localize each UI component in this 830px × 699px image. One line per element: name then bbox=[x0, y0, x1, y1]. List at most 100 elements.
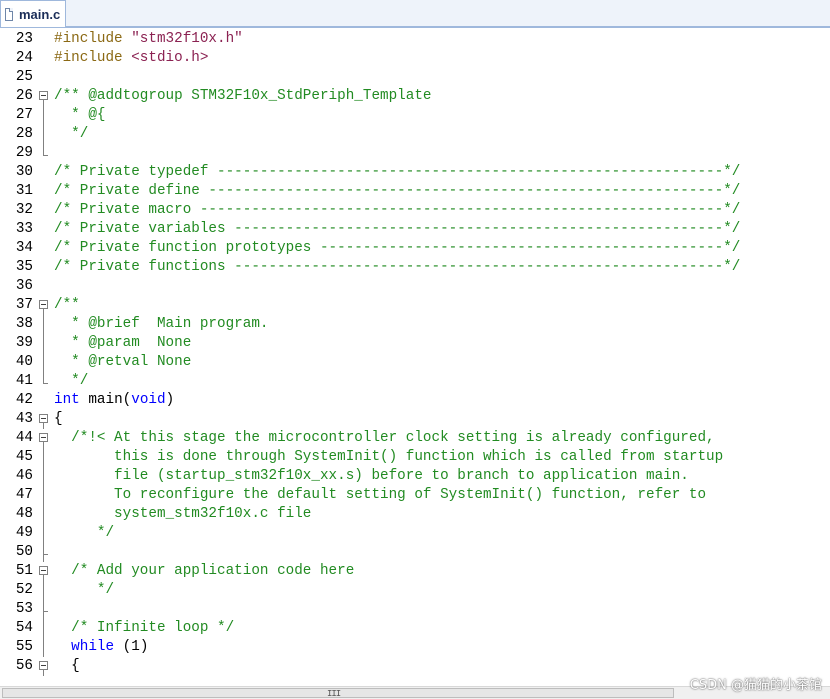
fold-gutter bbox=[38, 163, 50, 182]
fold-gutter bbox=[38, 239, 50, 258]
line-number: 49 bbox=[15, 525, 33, 541]
code-line[interactable]: 52 */ bbox=[0, 581, 830, 600]
code-token: ) bbox=[165, 392, 175, 408]
code-text: */ bbox=[54, 125, 88, 144]
code-line[interactable]: 54 /* Infinite loop */ bbox=[0, 619, 830, 638]
line-number: 39 bbox=[15, 335, 33, 351]
code-line[interactable]: 51 /* Add your application code here bbox=[0, 562, 830, 581]
fold-gutter bbox=[38, 391, 50, 410]
code-token: while bbox=[71, 639, 115, 655]
line-number: 50 bbox=[15, 544, 33, 560]
line-number: 34 bbox=[15, 240, 33, 256]
code-line[interactable]: 50 bbox=[0, 543, 830, 562]
editor-window: main.c 23 #include "stm32f10x.h" 24 #includ… bbox=[0, 0, 830, 699]
line-number: 29 bbox=[15, 145, 33, 161]
code-line[interactable]: 35 /* Private functions -----------------… bbox=[0, 258, 830, 277]
code-token: */ bbox=[54, 373, 89, 389]
code-token: /* Private typedef ---------------------… bbox=[54, 164, 741, 180]
fold-toggle-icon[interactable] bbox=[38, 410, 50, 429]
code-line[interactable]: 53 bbox=[0, 600, 830, 619]
scrollbar-thumb[interactable]: III bbox=[2, 688, 674, 699]
code-line[interactable]: 48 system_stm32f10x.c file bbox=[0, 505, 830, 524]
code-line[interactable]: 43 { bbox=[0, 410, 830, 429]
code-token: * @param None bbox=[54, 335, 192, 351]
fold-guide-line bbox=[38, 638, 50, 657]
code-line[interactable]: 33 /* Private variables -----------------… bbox=[0, 220, 830, 239]
line-number: 24 bbox=[15, 50, 33, 66]
fold-guide-line bbox=[38, 334, 50, 353]
code-line[interactable]: 40 * @retval None bbox=[0, 353, 830, 372]
code-token: /* Private functions -------------------… bbox=[54, 259, 741, 275]
fold-guide-line bbox=[38, 581, 50, 600]
code-token: #include bbox=[54, 50, 132, 66]
code-line[interactable]: 38 * @brief Main program. bbox=[0, 315, 830, 334]
fold-toggle-icon[interactable] bbox=[38, 429, 50, 448]
code-line[interactable]: 28 */ bbox=[0, 125, 830, 144]
code-line[interactable]: 34 /* Private function prototypes -------… bbox=[0, 239, 830, 258]
code-text: int main(void) bbox=[54, 391, 174, 410]
code-text: #include <stdio.h> bbox=[54, 49, 208, 68]
code-line[interactable]: 27 * @{ bbox=[0, 106, 830, 125]
code-line[interactable]: 47 To reconfigure the default setting of… bbox=[0, 486, 830, 505]
code-token: <stdio.h> bbox=[131, 50, 209, 66]
code-token: To reconfigure the default setting of Sy… bbox=[54, 487, 707, 503]
line-number: 40 bbox=[15, 354, 33, 370]
line-number: 23 bbox=[15, 31, 33, 47]
code-text: /* Private typedef ---------------------… bbox=[54, 163, 740, 182]
code-editor[interactable]: 23 #include "stm32f10x.h" 24 #include <stdi… bbox=[0, 30, 830, 685]
fold-toggle-icon[interactable] bbox=[38, 562, 50, 581]
fold-toggle-icon[interactable] bbox=[38, 87, 50, 106]
line-number: 36 bbox=[15, 278, 33, 294]
code-line[interactable]: 32 /* Private macro ---------------------… bbox=[0, 201, 830, 220]
code-line[interactable]: 23 #include "stm32f10x.h" bbox=[0, 30, 830, 49]
code-token: file (startup_stm32f10x_xx.s) before to … bbox=[54, 468, 689, 484]
fold-gutter bbox=[38, 49, 50, 68]
file-icon bbox=[5, 7, 13, 21]
code-line[interactable]: 37 /** bbox=[0, 296, 830, 315]
line-number: 54 bbox=[15, 620, 33, 636]
code-line[interactable]: 26 /** @addtogroup STM32F10x_StdPeriph_Te… bbox=[0, 87, 830, 106]
line-number: 25 bbox=[15, 69, 33, 85]
code-line[interactable]: 24 #include <stdio.h> bbox=[0, 49, 830, 68]
line-number: 51 bbox=[15, 563, 33, 579]
code-token: /* Add your application code here bbox=[54, 563, 355, 579]
code-line[interactable]: 25 bbox=[0, 68, 830, 87]
line-number: 41 bbox=[15, 373, 33, 389]
code-token: * @retval None bbox=[54, 354, 192, 370]
code-token: */ bbox=[54, 525, 115, 541]
code-token: (1) bbox=[114, 639, 149, 655]
code-line[interactable]: 46 file (startup_stm32f10x_xx.s) before … bbox=[0, 467, 830, 486]
code-line[interactable]: 45 this is done through SystemInit() fun… bbox=[0, 448, 830, 467]
code-line[interactable]: 49 */ bbox=[0, 524, 830, 543]
code-text: #include "stm32f10x.h" bbox=[54, 30, 243, 49]
fold-guide-line bbox=[38, 524, 50, 543]
fold-guide-line bbox=[38, 315, 50, 334]
code-token: "stm32f10x.h" bbox=[131, 31, 243, 47]
fold-toggle-icon[interactable] bbox=[38, 657, 50, 676]
code-token: /** bbox=[54, 297, 80, 313]
tab-label: main.c bbox=[19, 6, 61, 22]
code-line[interactable]: 30 /* Private typedef -------------------… bbox=[0, 163, 830, 182]
fold-guide-line bbox=[38, 467, 50, 486]
code-token: /* Infinite loop */ bbox=[54, 620, 235, 636]
code-line[interactable]: 31 /* Private define --------------------… bbox=[0, 182, 830, 201]
fold-gutter bbox=[38, 182, 50, 201]
code-line[interactable]: 41 */ bbox=[0, 372, 830, 391]
fold-end-marker bbox=[38, 372, 50, 391]
code-line[interactable]: 55 while (1) bbox=[0, 638, 830, 657]
code-line[interactable]: 42 int main(void) bbox=[0, 391, 830, 410]
code-line[interactable]: 39 * @param None bbox=[0, 334, 830, 353]
code-line[interactable]: 44 /*!< At this stage the microcontrolle… bbox=[0, 429, 830, 448]
code-text: */ bbox=[54, 372, 88, 391]
code-line[interactable]: 36 bbox=[0, 277, 830, 296]
code-text: { bbox=[54, 657, 80, 676]
code-line[interactable]: 29 bbox=[0, 144, 830, 163]
line-number: 48 bbox=[15, 506, 33, 522]
line-number: 38 bbox=[15, 316, 33, 332]
code-text: system_stm32f10x.c file bbox=[54, 505, 311, 524]
fold-toggle-icon[interactable] bbox=[38, 296, 50, 315]
code-text: file (startup_stm32f10x_xx.s) before to … bbox=[54, 467, 689, 486]
fold-gutter bbox=[38, 258, 50, 277]
code-text: * @{ bbox=[54, 106, 105, 125]
tab-main-c[interactable]: main.c bbox=[0, 0, 66, 27]
